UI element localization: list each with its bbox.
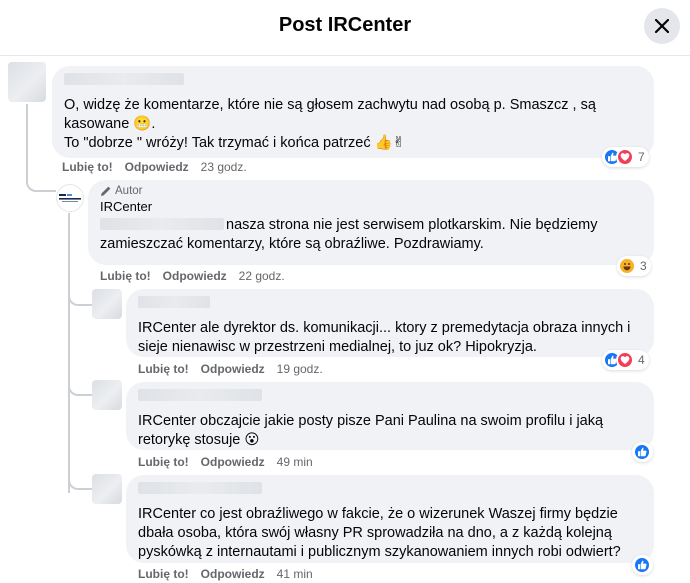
comment-text: nasza strona nie jest serwisem plotkarsk… — [100, 217, 598, 252]
reply-link[interactable]: Odpowiedz — [163, 269, 227, 283]
reply-link[interactable]: Odpowiedz — [201, 455, 265, 469]
reaction-summary[interactable]: 7 — [602, 147, 649, 167]
pencil-icon — [101, 186, 111, 196]
reaction-summary[interactable]: 4 — [602, 350, 649, 370]
love-reaction-icon — [616, 351, 634, 369]
comment-bubble: IRCenter ale dyrektor ds. komunikacji...… — [126, 289, 654, 357]
avatar[interactable] — [56, 184, 84, 212]
reaction-count: 7 — [638, 150, 645, 164]
avatar[interactable] — [92, 380, 122, 410]
comment-actions: Lubię to! Odpowiedz 22 godz. — [100, 269, 285, 283]
comment-bubble: IRCenter co jest obraźliwego w fakcie, ż… — [126, 475, 654, 563]
ircenter-logo-icon — [59, 194, 81, 202]
comment-actions: Lubię to! Odpowiedz 19 godz. — [138, 362, 323, 376]
author-badge: Autor — [100, 185, 642, 197]
like-reaction-icon — [633, 443, 651, 461]
reply-link[interactable]: Odpowiedz — [125, 160, 189, 174]
reaction-summary[interactable] — [632, 555, 653, 575]
dialog-header: Post IRCenter — [0, 0, 690, 56]
comment-actions: Lubię to! Odpowiedz 49 min — [138, 455, 313, 469]
thread-line — [68, 470, 92, 490]
love-reaction-icon — [616, 148, 634, 166]
haha-reaction-icon — [618, 257, 636, 275]
comment-time[interactable]: 49 min — [277, 455, 313, 469]
comment-time[interactable]: 22 godz. — [239, 269, 285, 283]
reply-link[interactable]: Odpowiedz — [201, 567, 265, 581]
comment-time[interactable]: 23 godz. — [201, 160, 247, 174]
comment-bubble: IRCenter obczajcie jakie posty pisze Pan… — [126, 382, 654, 450]
avatar[interactable] — [92, 474, 122, 504]
reaction-summary[interactable] — [632, 442, 653, 462]
reply-link[interactable]: Odpowiedz — [201, 362, 265, 376]
mention-link[interactable]: IRCenter — [138, 413, 196, 429]
reaction-count: 4 — [638, 353, 645, 367]
comment-bubble: Autor IRCenter nasza strona nie jest ser… — [88, 180, 654, 265]
like-link[interactable]: Lubię to! — [100, 269, 151, 283]
mention-link[interactable]: IRCenter — [138, 320, 196, 336]
mentioned-user[interactable] — [100, 218, 224, 230]
like-link[interactable]: Lubię to! — [62, 160, 113, 174]
mention-link[interactable]: IRCenter — [138, 506, 196, 522]
comment-bubble: O, widzę że komentarze, które nie są gło… — [52, 66, 654, 158]
reaction-summary[interactable]: 3 — [617, 256, 651, 276]
like-link[interactable]: Lubię to! — [138, 362, 189, 376]
commenter-name[interactable] — [64, 73, 184, 85]
commenter-name[interactable] — [138, 296, 210, 308]
comment-time[interactable]: 19 godz. — [277, 362, 323, 376]
dialog-title: Post IRCenter — [278, 14, 412, 36]
comment-text: O, widzę że komentarze, które nie są gło… — [64, 97, 596, 151]
avatar[interactable] — [8, 62, 46, 102]
comment-text: IRCenter ale dyrektor ds. komunikacji...… — [138, 320, 631, 355]
thread-line — [68, 286, 92, 306]
comment-time[interactable]: 41 min — [277, 567, 313, 581]
reaction-count: 3 — [640, 259, 647, 273]
comment-text: IRCenter co jest obraźliwego w fakcie, ż… — [138, 506, 621, 560]
like-link[interactable]: Lubię to! — [138, 455, 189, 469]
like-link[interactable]: Lubię to! — [138, 567, 189, 581]
comment-actions: Lubię to! Odpowiedz 23 godz. — [62, 160, 247, 174]
avatar[interactable] — [92, 289, 122, 319]
commenter-name[interactable] — [138, 482, 262, 494]
close-button[interactable] — [644, 8, 680, 44]
commenter-name[interactable] — [138, 389, 262, 401]
commenter-name[interactable]: IRCenter — [100, 199, 642, 214]
thread-line — [68, 213, 70, 493]
close-icon — [655, 19, 669, 33]
comment-text: IRCenter obczajcie jakie posty pisze Pan… — [138, 413, 604, 448]
like-reaction-icon — [633, 556, 651, 574]
thread-line — [68, 378, 92, 396]
comment-actions: Lubię to! Odpowiedz 41 min — [138, 567, 313, 581]
